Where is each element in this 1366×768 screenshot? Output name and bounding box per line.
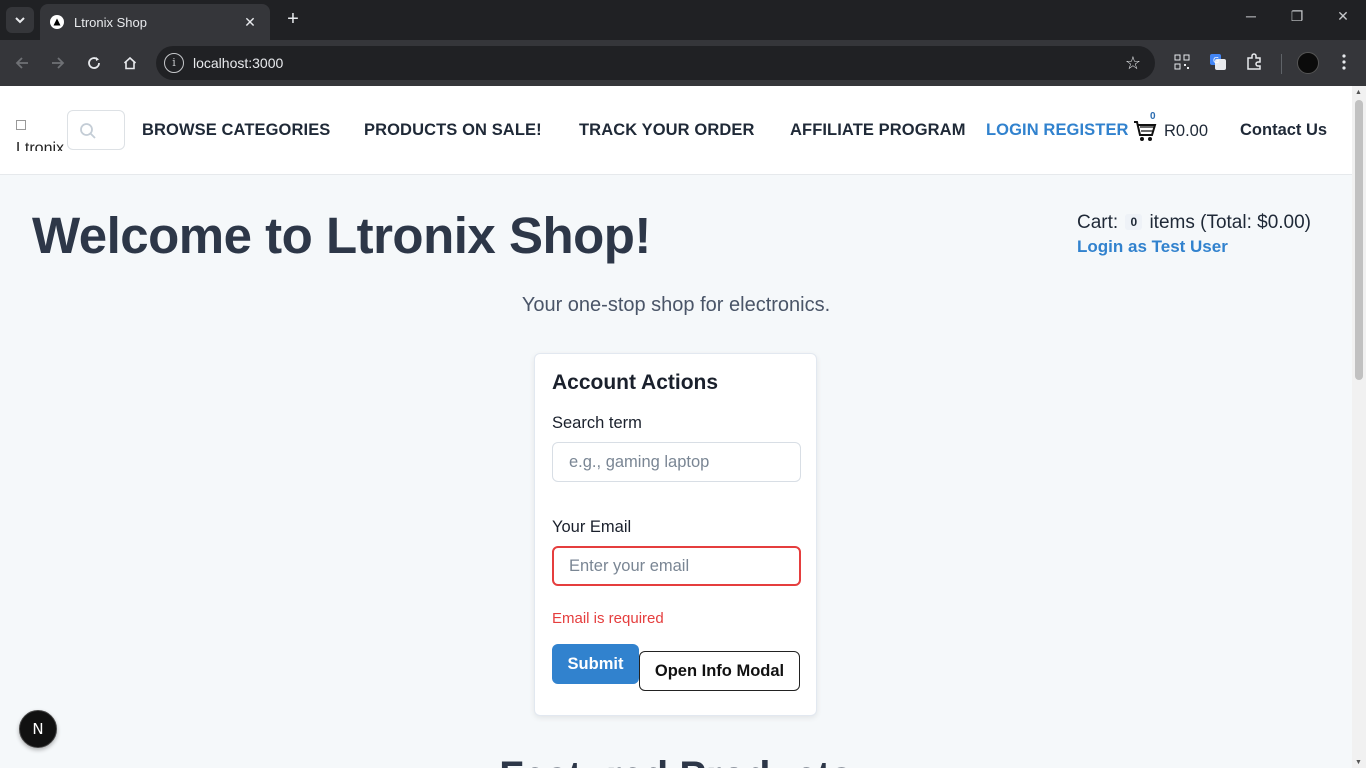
toolbar-divider [1281,54,1282,74]
cart-icon[interactable] [1133,120,1157,142]
open-info-modal-button[interactable]: Open Info Modal [639,651,800,691]
page-title: Welcome to Ltronix Shop! [32,207,651,264]
cart-summary-count: 0 [1125,214,1143,230]
tagline: Your one-stop shop for electronics. [521,294,831,316]
nav-products-on-sale[interactable]: PRODUCTS ON SALE! [364,121,542,140]
tab-search-button[interactable] [6,7,34,33]
nav-track-order[interactable]: TRACK YOUR ORDER [579,121,754,140]
scroll-up-arrow-icon[interactable]: ▲ [1355,89,1362,96]
nav-browse-categories[interactable]: BROWSE CATEGORIES [142,121,330,140]
scroll-down-arrow-icon[interactable]: ▼ [1355,759,1362,766]
card-title: Account Actions [552,371,719,394]
bookmark-star-icon[interactable]: ☆ [1125,53,1141,74]
account-actions-card: Account Actions Search term Your Email E… [534,353,817,716]
minimize-icon[interactable]: ─ [1236,8,1266,24]
site-info-icon[interactable]: i [164,53,184,73]
nav-contact-us[interactable]: Contact Us [1240,121,1327,140]
kebab-menu-icon[interactable] [1333,51,1355,73]
tab-title: Ltronix Shop [74,14,147,30]
nav-login-register[interactable]: LOGIN REGISTER [986,121,1129,140]
email-label: Your Email [552,518,632,536]
cart-summary-prefix: Cart: [1077,212,1119,233]
submit-button[interactable]: Submit [552,644,639,684]
cart-summary: Cart: 0 items (Total: $0.00) [1077,212,1311,234]
header-search-box[interactable] [67,110,125,150]
page-viewport: Ltronix BROWSE CATEGORIES PRODUCTS ON SA… [0,86,1352,768]
cart-summary-suffix: items (Total: $0.00) [1149,212,1312,233]
site-header: Ltronix BROWSE CATEGORIES PRODUCTS ON SA… [0,86,1352,175]
translate-icon[interactable]: G [1207,51,1229,73]
back-arrow-icon[interactable] [10,51,34,75]
url-text: localhost:3000 [193,55,284,71]
broken-logo-image[interactable]: Ltronix [16,113,64,151]
browser-toolbar: i localhost:3000 ☆ G [0,40,1366,86]
search-icon [80,123,96,139]
extensions-puzzle-icon[interactable] [1243,51,1265,73]
email-error-message: Email is required [552,610,664,627]
nextjs-dev-indicator[interactable]: N [19,710,57,748]
search-term-input[interactable] [552,442,801,482]
browser-tab[interactable]: Ltronix Shop ✕ [40,4,270,40]
home-icon[interactable] [118,51,142,75]
login-test-user-link[interactable]: Login as Test User [1077,237,1228,257]
nav-affiliate-program[interactable]: AFFILIATE PROGRAM [790,121,966,140]
cart-count-badge: 0 [1150,111,1156,122]
profile-avatar[interactable] [1297,52,1319,74]
browser-tab-bar: Ltronix Shop ✕ + ─ ❐ ✕ [0,0,1366,40]
close-window-icon[interactable]: ✕ [1328,8,1358,25]
qr-code-icon[interactable] [1171,51,1193,73]
cart-amount[interactable]: R0.00 [1164,122,1208,141]
new-tab-button[interactable]: + [282,8,304,32]
tab-close-button[interactable]: ✕ [240,14,260,31]
reload-icon[interactable] [82,51,106,75]
triangle-favicon-icon [50,15,64,29]
nextjs-logo-icon: N [32,720,43,738]
svg-text:N: N [32,720,43,738]
chevron-down-icon [15,17,25,24]
email-field[interactable] [552,546,801,586]
svg-text:G: G [1213,56,1219,65]
scroll-thumb[interactable] [1355,100,1363,380]
address-bar[interactable]: i localhost:3000 ☆ [156,46,1155,80]
forward-arrow-icon[interactable] [46,51,70,75]
featured-products-heading: Featured Products [0,754,1352,768]
search-term-label: Search term [552,414,642,432]
restore-icon[interactable]: ❐ [1282,8,1312,25]
vertical-scrollbar[interactable]: ▲ ▼ [1352,86,1366,768]
